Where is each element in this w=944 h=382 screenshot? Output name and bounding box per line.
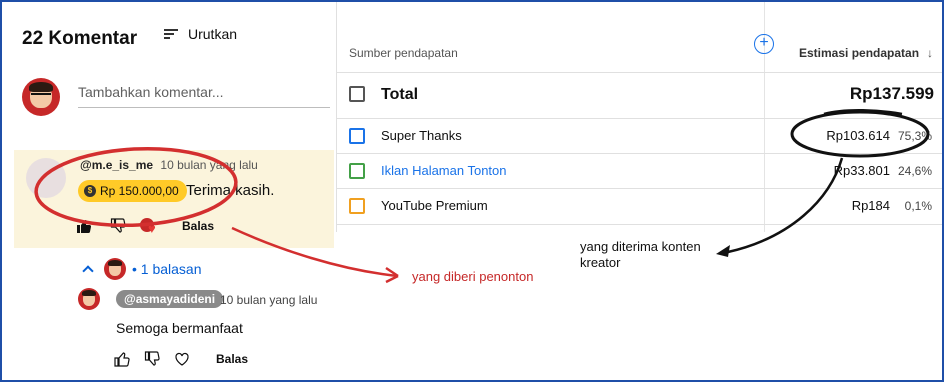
comment-time: 10 bulan yang lalu [160, 158, 258, 172]
chevron-up-icon [82, 265, 94, 277]
add-column-icon[interactable]: + [754, 34, 774, 54]
header-estimated-revenue[interactable]: Estimasi pendapatan ↓ [799, 46, 933, 60]
reply-time: 10 bulan yang lalu [220, 293, 318, 307]
row-percent: 0,1% [904, 199, 932, 213]
row-percent: 24,6% [897, 164, 932, 178]
reply-button[interactable]: Balas [216, 352, 248, 366]
divider [337, 72, 942, 73]
divider [337, 188, 942, 189]
avatar [78, 288, 100, 310]
like-icon[interactable] [76, 218, 92, 234]
total-checkbox[interactable] [349, 86, 365, 102]
header-estimated-label: Estimasi pendapatan [799, 46, 920, 60]
heart-icon[interactable] [174, 351, 190, 367]
row-percent: 75,3% [897, 129, 932, 143]
comment-text: Terima kasih. [186, 182, 275, 199]
sort-down-icon: ↓ [927, 46, 934, 60]
divider [337, 224, 942, 225]
row-checkbox[interactable] [349, 128, 365, 144]
super-thanks-badge: $ Rp 150.000,00 [78, 180, 187, 202]
table-row: YouTube Premium Rp184 0,1% [337, 190, 942, 220]
super-thanks-amount: Rp 150.000,00 [100, 184, 179, 198]
reply-text: Semoga bermanfaat [116, 320, 243, 336]
sort-icon [164, 28, 178, 40]
comment-handle[interactable]: @m.e_is_me [80, 158, 153, 172]
creator-heart-icon: ♥ [140, 218, 160, 235]
replies-toggle[interactable]: • 1 balasan [82, 258, 202, 280]
header-revenue-source: Sumber pendapatan [349, 46, 458, 60]
divider [337, 118, 942, 119]
row-link-label[interactable]: Iklan Halaman Tonton [381, 163, 507, 178]
like-icon[interactable] [114, 351, 130, 367]
replies-count: • 1 balasan [132, 261, 202, 277]
row-checkbox[interactable] [349, 198, 365, 214]
commenter-avatar [26, 158, 66, 198]
table-row: Iklan Halaman Tonton Rp33.801 24,6% [337, 155, 942, 185]
annotation-creator-received: yang diterima konten kreator [580, 239, 701, 270]
comments-panel: 22 Komentar Urutkan Tambahkan komentar..… [2, 2, 336, 380]
dislike-icon[interactable] [144, 351, 160, 367]
comment-actions: ♥ Balas [76, 218, 214, 235]
avatar [104, 258, 126, 280]
add-comment-input[interactable]: Tambahkan komentar... [78, 82, 330, 108]
sort-label: Urutkan [188, 26, 238, 42]
row-value: Rp33.801 [833, 163, 890, 178]
row-value: Rp184 [851, 198, 890, 213]
divider [337, 153, 942, 154]
comment-meta: @m.e_is_me 10 bulan yang lalu [80, 158, 258, 172]
row-label: YouTube Premium [381, 198, 488, 213]
sort-button[interactable]: Urutkan [164, 26, 237, 42]
row-value: Rp103.614 [826, 128, 890, 143]
annotation-viewer-gave: yang diberi penonton [412, 269, 534, 284]
revenue-panel: Sumber pendapatan + Estimasi pendapatan ↓… [337, 2, 942, 232]
total-value: Rp137.599 [849, 84, 934, 103]
avatar [22, 78, 60, 116]
table-row: Super Thanks Rp103.614 75,3% [337, 120, 942, 150]
row-checkbox[interactable] [349, 163, 365, 179]
total-label: Total [381, 86, 419, 103]
row-label: Super Thanks [381, 128, 462, 143]
comments-count-title: 22 Komentar [22, 28, 138, 49]
creator-handle-chip[interactable]: @asmayadideni [116, 290, 224, 308]
reply-button[interactable]: Balas [182, 219, 214, 233]
dislike-icon[interactable] [110, 218, 126, 234]
reply-actions: Balas [114, 351, 248, 367]
super-thanks-icon: $ [84, 185, 96, 197]
